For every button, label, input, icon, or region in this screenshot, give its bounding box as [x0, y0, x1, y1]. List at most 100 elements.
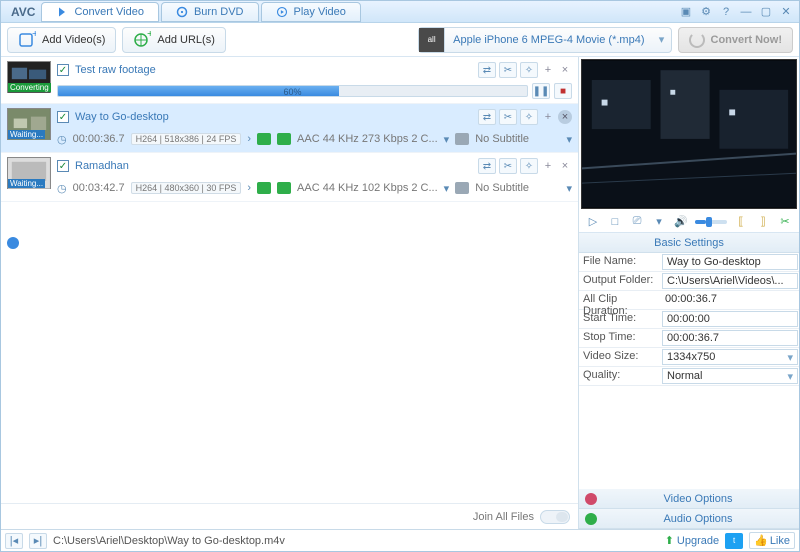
section-title: Basic Settings	[654, 237, 724, 249]
chevron-right-icon[interactable]: ›	[247, 133, 251, 145]
checkbox[interactable]: ✓	[57, 64, 69, 76]
item-title: Way to Go-desktop	[75, 111, 169, 123]
pause-button[interactable]: ❚❚	[532, 83, 550, 99]
output-profile-button[interactable]: all Apple iPhone 6 MPEG-4 Movie (*.mp4) …	[418, 27, 671, 53]
settings-icon[interactable]: ▣	[677, 4, 695, 20]
video-options-header[interactable]: Video Options	[579, 489, 799, 509]
audio-info: AAC 44 KHz 273 Kbps 2 C...	[297, 133, 438, 145]
quality-select[interactable]: Normal▾	[662, 368, 798, 384]
setting-label: All Clip Duration:	[579, 291, 661, 309]
checkbox[interactable]: ✓	[57, 160, 69, 172]
close-button[interactable]: ✕	[777, 4, 795, 20]
tab-label: Burn DVD	[194, 6, 244, 18]
app-logo: AVC	[5, 5, 41, 19]
minimize-button[interactable]: —	[737, 4, 755, 20]
clock-icon: ◷	[57, 133, 67, 146]
wand-icon[interactable]: ✧	[520, 109, 538, 125]
gear-icon[interactable]: ⚙	[697, 4, 715, 20]
chevron-down-icon: ▾	[787, 370, 793, 383]
titlebar: AVC Convert Video Burn DVD Play Video ▣ …	[1, 1, 799, 23]
swap-icon[interactable]: ⇄	[478, 109, 496, 125]
dropdown-icon[interactable]: ▾	[651, 214, 667, 230]
subtitle-info: No Subtitle	[475, 182, 529, 194]
queue-item[interactable]: Waiting... ✓ Way to Go-desktop ⇄ ✂ ✧ + ×	[1, 104, 578, 153]
start-time-field[interactable]: 00:00:00	[662, 311, 798, 327]
basic-settings-header[interactable]: Basic Settings	[579, 233, 799, 253]
video-size-select[interactable]: 1334x750▾	[662, 349, 798, 365]
video-info: H264 | 518x386 | 24 FPS	[131, 133, 242, 145]
snapshot-button[interactable]: ⎚	[629, 214, 645, 230]
item-title: Ramadhan	[75, 160, 129, 172]
maximize-button[interactable]: ▢	[757, 4, 775, 20]
stop-button[interactable]: □	[607, 214, 623, 230]
preview-controls: ▷ □ ⎚ ▾ 🔊 ⟦ ⟧ ✂	[579, 211, 799, 233]
chevron-down-icon[interactable]: ▾	[653, 33, 671, 46]
thumbnail: Waiting...	[7, 157, 51, 189]
join-toggle[interactable]	[540, 510, 570, 524]
dropdown-icon[interactable]: ▾	[566, 182, 572, 195]
video-preview[interactable]	[581, 59, 797, 209]
plus-icon[interactable]: +	[541, 110, 555, 124]
setting-label: Stop Time:	[579, 329, 661, 347]
stop-time-field[interactable]: 00:00:36.7	[662, 330, 798, 346]
tab-convert-video[interactable]: Convert Video	[41, 2, 159, 22]
output-folder-field[interactable]: C:\Users\Ariel\Videos\...	[662, 273, 798, 289]
filename-field[interactable]: Way to Go-desktop	[662, 254, 798, 270]
queue-panel: Converting ✓ Test raw footage ⇄ ✂ ✧ + ×	[1, 57, 579, 529]
next-file-button[interactable]: ▸|	[29, 533, 47, 549]
button-label: Add Video(s)	[42, 34, 105, 46]
audio-track-icon	[277, 182, 291, 194]
volume-slider[interactable]	[695, 220, 727, 224]
add-videos-button[interactable]: + Add Video(s)	[7, 27, 116, 53]
audio-options-header[interactable]: Audio Options	[579, 509, 799, 529]
queue-item[interactable]: Waiting... ✓ Ramadhan ⇄ ✂ ✧ + ×	[1, 153, 578, 202]
chevron-right-icon[interactable]: ›	[247, 182, 251, 194]
mark-out-icon[interactable]: ⟧	[755, 214, 771, 230]
checkbox[interactable]: ✓	[57, 111, 69, 123]
duration: 00:03:42.7	[73, 182, 125, 194]
plus-icon[interactable]: +	[541, 63, 555, 77]
tab-label: Convert Video	[74, 6, 144, 18]
remove-icon[interactable]: ×	[558, 63, 572, 77]
thumbnail: Waiting...	[7, 108, 51, 140]
refresh-icon	[689, 32, 705, 48]
help-icon[interactable]: ?	[717, 4, 735, 20]
mark-in-icon[interactable]: ⟦	[733, 214, 749, 230]
dropdown-icon[interactable]: ▾	[444, 133, 450, 146]
add-urls-button[interactable]: + Add URL(s)	[122, 27, 225, 53]
play-button[interactable]: ▷	[585, 214, 601, 230]
audio-info: AAC 44 KHz 102 Kbps 2 C...	[297, 182, 438, 194]
plus-icon[interactable]: +	[541, 159, 555, 173]
convert-icon	[56, 6, 68, 18]
swap-icon[interactable]: ⇄	[478, 62, 496, 78]
scissors-icon[interactable]: ✂	[499, 158, 517, 174]
queue-item[interactable]: Converting ✓ Test raw footage ⇄ ✂ ✧ + ×	[1, 57, 578, 104]
prev-file-button[interactable]: |◂	[5, 533, 23, 549]
convert-now-button[interactable]: Convert Now!	[678, 27, 794, 53]
tab-play-video[interactable]: Play Video	[261, 2, 361, 22]
clock-icon: ◷	[57, 182, 67, 195]
remove-icon[interactable]: ×	[558, 110, 572, 124]
upgrade-link[interactable]: ⬆ Upgrade	[665, 534, 719, 547]
globe-icon	[7, 237, 19, 249]
volume-icon[interactable]: 🔊	[673, 214, 689, 230]
remove-icon[interactable]: ×	[558, 159, 572, 173]
swap-icon[interactable]: ⇄	[478, 158, 496, 174]
item-title: Test raw footage	[75, 64, 156, 76]
scissors-icon[interactable]: ✂	[499, 62, 517, 78]
stop-button[interactable]: ■	[554, 83, 572, 99]
settings-table: File Name:Way to Go-desktop Output Folde…	[579, 253, 799, 386]
wand-icon[interactable]: ✧	[520, 62, 538, 78]
dropdown-icon[interactable]: ▾	[566, 133, 572, 146]
scissors-icon[interactable]: ✂	[499, 109, 517, 125]
progress-bar: 60%	[57, 85, 528, 97]
twitter-button[interactable]: t	[725, 533, 743, 549]
button-label: Add URL(s)	[157, 34, 214, 46]
tab-burn-dvd[interactable]: Burn DVD	[161, 2, 259, 22]
dropdown-icon[interactable]: ▾	[444, 182, 450, 195]
wand-icon[interactable]: ✧	[520, 158, 538, 174]
status-tag: Converting	[8, 83, 51, 92]
facebook-like-button[interactable]: 👍 Like	[749, 532, 795, 549]
scissors-icon[interactable]: ✂	[777, 214, 793, 230]
profile-label: Apple iPhone 6 MPEG-4 Movie (*.mp4)	[445, 34, 652, 46]
